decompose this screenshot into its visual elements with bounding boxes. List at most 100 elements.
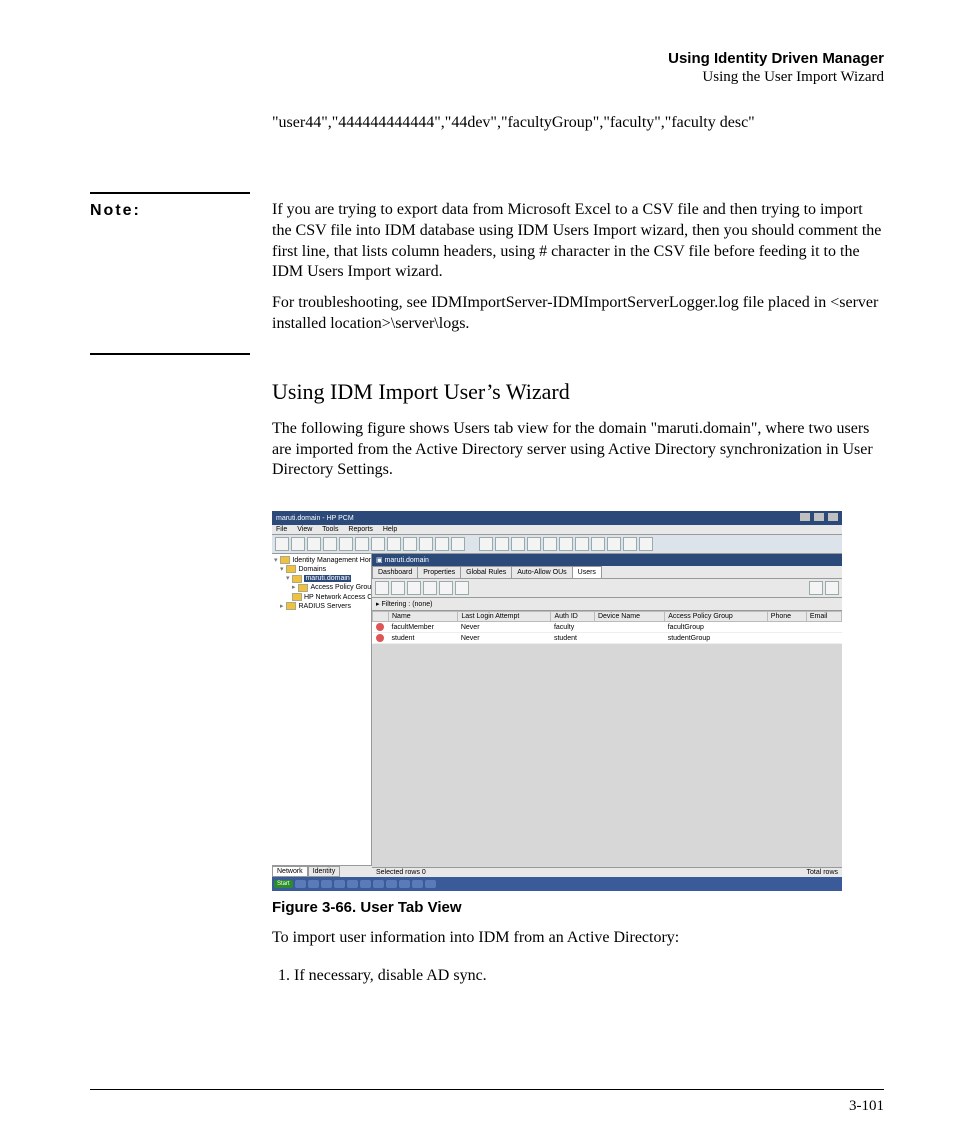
tree-child-apg[interactable]: Access Policy Groups	[274, 583, 369, 592]
tree-child-nac[interactable]: HP Network Access Control	[274, 593, 369, 602]
col-apg[interactable]: Access Policy Group	[665, 612, 768, 622]
taskbar-item[interactable]	[425, 880, 436, 888]
taskbar-item[interactable]	[308, 880, 319, 888]
taskbar-item[interactable]	[386, 880, 397, 888]
export-icon[interactable]	[439, 581, 453, 595]
ss-nav-tree: Identity Management Home Domains maruti.…	[272, 554, 372, 874]
print-icon[interactable]	[339, 537, 353, 551]
col-auth-id[interactable]: Auth ID	[551, 612, 595, 622]
taskbar-item[interactable]	[334, 880, 345, 888]
tool-icon[interactable]	[575, 537, 589, 551]
tool-icon[interactable]	[639, 537, 653, 551]
section-body: Using IDM Import User’s Wizard The follo…	[272, 379, 884, 985]
tool-icon[interactable]	[607, 537, 621, 551]
col-email[interactable]: Email	[806, 612, 841, 622]
bottom-tab-identity[interactable]: Identity	[308, 866, 341, 877]
tree-domains-label: Domains	[298, 566, 326, 573]
tool-icon[interactable]	[355, 537, 369, 551]
tool-icon[interactable]	[591, 537, 605, 551]
tool-icon[interactable]	[559, 537, 573, 551]
ss-toolbar	[272, 535, 842, 554]
tool-icon[interactable]	[451, 537, 465, 551]
tree-root-label: Identity Management Home	[292, 557, 372, 564]
tab-global-rules[interactable]: Global Rules	[460, 566, 512, 578]
cell-phone	[767, 633, 806, 644]
tool-icon[interactable]	[511, 537, 525, 551]
user-icon	[376, 623, 384, 631]
menu-view[interactable]: View	[297, 526, 312, 533]
tool-icon[interactable]	[543, 537, 557, 551]
taskbar-item[interactable]	[373, 880, 384, 888]
cell-auth: student	[551, 633, 595, 644]
close-icon[interactable]	[828, 513, 838, 521]
add-user-icon[interactable]	[375, 581, 389, 595]
col-name[interactable]: Name	[389, 612, 458, 622]
tab-dashboard[interactable]: Dashboard	[372, 566, 418, 578]
ss-main-area: Identity Management Home Domains maruti.…	[272, 554, 842, 874]
cell-apg: studentGroup	[665, 633, 768, 644]
menu-tools[interactable]: Tools	[322, 526, 338, 533]
cell-phone	[767, 622, 806, 633]
taskbar-item[interactable]	[321, 880, 332, 888]
tree-domains[interactable]: Domains	[274, 565, 369, 574]
menu-reports[interactable]: Reports	[348, 526, 373, 533]
start-button[interactable]: Start	[274, 880, 293, 888]
tool-icon[interactable]	[387, 537, 401, 551]
tree-radius[interactable]: RADIUS Servers	[274, 602, 369, 611]
bottom-tab-network[interactable]: Network	[272, 866, 308, 877]
note-paragraph-1: If you are trying to export data from Mi…	[272, 200, 884, 283]
table-header-row: Name Last Login Attempt Auth ID Device N…	[373, 612, 842, 622]
tree-domain-selected[interactable]: maruti.domain	[274, 574, 369, 583]
print-icon[interactable]	[809, 581, 823, 595]
tree-root[interactable]: Identity Management Home	[274, 556, 369, 565]
tool-icon[interactable]	[419, 537, 433, 551]
tab-properties[interactable]: Properties	[417, 566, 461, 578]
menu-file[interactable]: File	[276, 526, 287, 533]
ss-content-pane: ▣ maruti.domain Dashboard Properties Glo…	[372, 554, 842, 874]
ss-window-title: maruti.domain - HP PCM	[276, 515, 354, 522]
table-row[interactable]: facultMember Never faculty facultGroup	[373, 622, 842, 633]
taskbar-item[interactable]	[412, 880, 423, 888]
col-icon[interactable]	[373, 612, 389, 622]
minimize-icon[interactable]	[800, 513, 810, 521]
search-icon[interactable]	[479, 537, 493, 551]
taskbar-item[interactable]	[347, 880, 358, 888]
tool-icon[interactable]	[371, 537, 385, 551]
maximize-icon[interactable]	[814, 513, 824, 521]
tool-icon[interactable]	[435, 537, 449, 551]
taskbar-item[interactable]	[360, 880, 371, 888]
nav-back-icon[interactable]	[275, 537, 289, 551]
settings-icon[interactable]	[825, 581, 839, 595]
delete-user-icon[interactable]	[407, 581, 421, 595]
tool-icon[interactable]	[527, 537, 541, 551]
page-number: 3-101	[849, 1098, 884, 1115]
cell-device	[594, 633, 664, 644]
table-row[interactable]: student Never student studentGroup	[373, 633, 842, 644]
taskbar-item[interactable]	[399, 880, 410, 888]
tab-users[interactable]: Users	[572, 566, 602, 578]
breadcrumb-text: maruti.domain	[385, 557, 429, 564]
menu-help[interactable]: Help	[383, 526, 397, 533]
home-icon[interactable]	[323, 537, 337, 551]
os-taskbar: Start	[272, 877, 842, 891]
footer-rule	[90, 1089, 884, 1090]
ss-tab-strip: Dashboard Properties Global Rules Auto-A…	[372, 566, 842, 579]
tool-icon[interactable]	[403, 537, 417, 551]
section-intro: The following figure shows Users tab vie…	[272, 419, 884, 481]
tab-auto-allow-ous[interactable]: Auto-Allow OUs	[511, 566, 572, 578]
taskbar-item[interactable]	[295, 880, 306, 888]
col-device-name[interactable]: Device Name	[594, 612, 664, 622]
refresh-icon[interactable]	[455, 581, 469, 595]
filter-icon[interactable]	[495, 537, 509, 551]
cell-name: student	[389, 633, 458, 644]
step-1: If necessary, disable AD sync.	[294, 967, 884, 985]
nav-forward-icon[interactable]	[291, 537, 305, 551]
ss-breadcrumb: ▣ maruti.domain	[372, 554, 842, 566]
import-icon[interactable]	[423, 581, 437, 595]
col-last-login[interactable]: Last Login Attempt	[458, 612, 551, 622]
edit-user-icon[interactable]	[391, 581, 405, 595]
ss-filter-bar[interactable]: ▸ Filtering : (none)	[372, 598, 842, 611]
tool-icon[interactable]	[623, 537, 637, 551]
col-phone[interactable]: Phone	[767, 612, 806, 622]
refresh-icon[interactable]	[307, 537, 321, 551]
